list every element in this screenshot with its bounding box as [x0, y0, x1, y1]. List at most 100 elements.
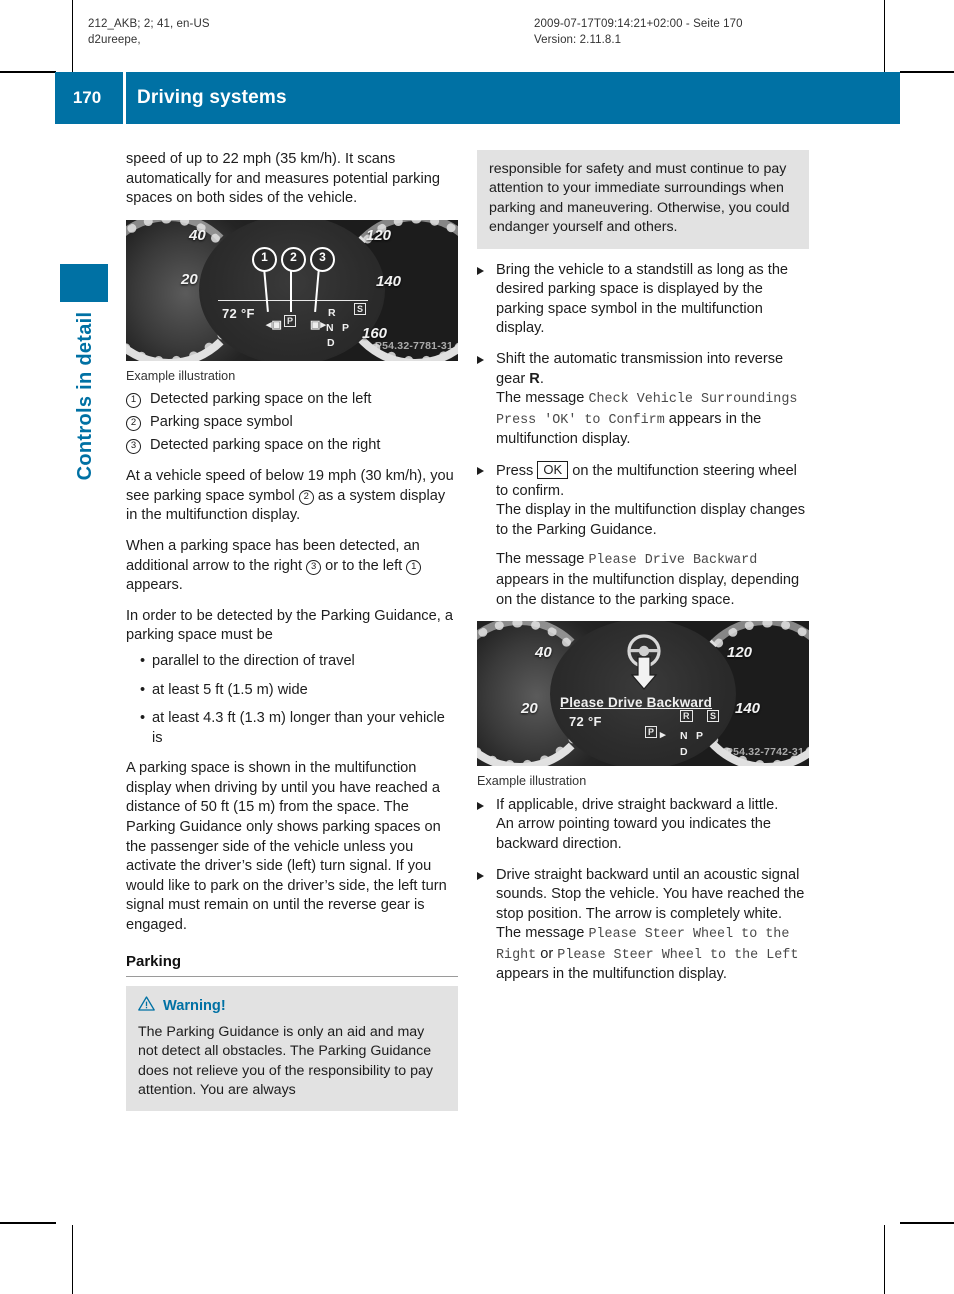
- crop-mark-bottom-right-horizontal: [900, 1222, 954, 1224]
- list-item: parallel to the direction of travel: [140, 652, 458, 672]
- gear-program-s-badge: S: [707, 710, 720, 723]
- production-header-right: 2009-07-17T09:14:21+02:00 - Seite 170 Ve…: [534, 16, 743, 48]
- warning-triangle-icon: [138, 996, 155, 1018]
- speed-label-20: 20: [521, 700, 538, 718]
- message-suffix: appears in the multifunction display, de…: [496, 571, 800, 608]
- paragraph-speed-display: At a vehicle speed of below 19 mph (30 k…: [126, 467, 458, 526]
- warning-text-continued: responsible for safety and must continue…: [489, 161, 790, 236]
- section-heading-parking: Parking: [126, 952, 182, 970]
- warning-box-continued: responsible for safety and must continue…: [477, 150, 809, 249]
- callout-2: 2: [281, 246, 306, 272]
- left-column: speed of up to 22 mph (35 km/h). It scan…: [126, 150, 458, 1112]
- ok-button-key[interactable]: OK: [537, 460, 569, 479]
- page-number: 170: [72, 88, 102, 107]
- header-divider: [123, 72, 126, 124]
- step-text-a: Press: [496, 462, 538, 479]
- step-result: The message Check Vehicle Surroundings P…: [496, 389, 809, 450]
- callout-leader-2: [290, 267, 292, 312]
- message-prefix: The message: [496, 925, 589, 942]
- parking-arrow-right-icon: ▸: [660, 729, 666, 742]
- parking-space-symbol-icon: P: [284, 314, 297, 327]
- speed-label-120: 120: [727, 644, 753, 662]
- legend-number: 1: [126, 393, 141, 409]
- callout-1: 1: [252, 246, 277, 272]
- step-result: The display in the multifunction display…: [496, 502, 806, 538]
- warning-text: The Parking Guidance is only an aid and …: [138, 1023, 433, 1099]
- display-message: Please Drive Backward: [588, 553, 758, 569]
- gear-letter-d: D: [680, 746, 689, 759]
- outside-temperature-value: 72 °F: [569, 714, 602, 730]
- multifunction-display-area: [199, 219, 385, 361]
- display-message-left: Please Steer Wheel to the Left: [557, 947, 799, 963]
- mfd-separator-line: [218, 299, 368, 302]
- crop-mark-top-right-horizontal: [900, 71, 954, 73]
- gear-reverse-label: R: [529, 370, 540, 387]
- legend-label: Detected parking space on the right: [150, 436, 381, 453]
- procedure-step-list: Bring the vehicle to a standstill as lon…: [477, 261, 809, 611]
- requirements-list: parallel to the direction of travel at l…: [126, 652, 458, 748]
- figure2-caption: Example illustration: [477, 774, 587, 789]
- legend-item: 3 Detected parking space on the right: [126, 436, 458, 456]
- outside-temperature-value: 72 °F: [222, 305, 255, 321]
- message-suffix: appears in the multifunction display.: [496, 966, 727, 983]
- document-id: 212_AKB; 2; 41, en-US: [88, 18, 210, 30]
- paragraph-detection-text-b: or to the left: [321, 557, 407, 574]
- callout-3: 3: [310, 246, 335, 272]
- procedure-step: Bring the vehicle to a standstill as lon…: [477, 261, 809, 339]
- warning-box: Warning! The Parking Guidance is only an…: [126, 986, 458, 1112]
- gear-reverse-badge: R: [680, 710, 693, 723]
- gear-program-p: P: [696, 730, 704, 743]
- step-text: Bring the vehicle to a standstill as lon…: [496, 261, 789, 337]
- message-prefix: The message: [496, 390, 589, 407]
- crop-mark-bottom-left-vertical: [72, 1225, 73, 1294]
- gear-letter-d: D: [327, 336, 336, 349]
- message-or: or: [536, 945, 558, 962]
- legend-number: 2: [126, 415, 141, 431]
- crop-mark-top-right-vertical: [884, 0, 885, 72]
- step-result-message: The message Please Drive Backward appear…: [496, 550, 809, 610]
- step-arrow-icon: [477, 266, 484, 275]
- legend-item: 1 Detected parking space on the left: [126, 390, 458, 410]
- intro-paragraph: speed of up to 22 mph (35 km/h). It scan…: [126, 151, 440, 207]
- crop-mark-top-left-horizontal: [0, 71, 56, 73]
- figure1-legend: 1 Detected parking space on the left 2 P…: [126, 390, 458, 455]
- figure-parking-space-display: 40 20 120 140 160 1 2 3 72 °F ◂▣ P ▣▸ R …: [126, 219, 458, 361]
- section-rule: [126, 976, 458, 978]
- chapter-tab-label: Controls in detail: [73, 311, 96, 481]
- speed-label-40: 40: [189, 226, 206, 244]
- procedure-step-list-continued: If applicable, drive straight backward a…: [477, 796, 809, 985]
- document-version: Version: 2.11.8.1: [534, 34, 622, 46]
- right-column: responsible for safety and must continue…: [477, 150, 809, 996]
- step-arrow-icon: [477, 466, 484, 475]
- step-text: If applicable, drive straight backward a…: [496, 796, 779, 813]
- list-item: at least 4.3 ft (1.3 m) longer than your…: [140, 709, 458, 748]
- step-arrow-icon: [477, 801, 484, 810]
- document-user: d2ureepe,: [88, 34, 141, 46]
- page-title: Driving systems: [137, 87, 287, 108]
- figure-watermark: P54.32-7742-31: [725, 745, 804, 758]
- procedure-step: If applicable, drive straight backward a…: [477, 796, 809, 855]
- paragraph-detection: When a parking space has been detected, …: [126, 537, 458, 596]
- speed-label-20: 20: [181, 270, 198, 288]
- step-arrow-icon: [477, 356, 484, 364]
- figure-drive-backward-display: 40 20 120 140 Please Drive Backward 72 °…: [477, 621, 809, 767]
- warning-title: Warning!: [138, 996, 446, 1018]
- paragraph-detection-text-c: appears.: [126, 577, 183, 594]
- inline-callout-3: 3: [306, 559, 322, 575]
- manual-page: 212_AKB; 2; 41, en-US d2ureepe, 2009-07-…: [0, 0, 954, 1294]
- procedure-step: Shift the automatic transmission into re…: [477, 350, 809, 450]
- step-result-message: The message Please Steer Wheel to the Ri…: [496, 924, 809, 985]
- list-item: at least 5 ft (1.5 m) wide: [140, 681, 458, 701]
- production-header-left: 212_AKB; 2; 41, en-US d2ureepe,: [88, 16, 210, 48]
- parking-space-symbol-icon: P: [645, 726, 658, 739]
- crop-mark-top-left-vertical: [72, 0, 73, 72]
- speed-label-140: 140: [735, 700, 761, 718]
- step-text-b: .: [539, 370, 544, 387]
- inline-callout-2: 2: [298, 489, 314, 505]
- step-result: An arrow pointing toward you indicates t…: [496, 816, 772, 852]
- speed-label-40: 40: [535, 644, 552, 662]
- message-prefix: The message: [496, 551, 589, 568]
- procedure-step: Press OK on the multifunction steering w…: [477, 460, 809, 610]
- inline-callout-1: 1: [406, 559, 422, 575]
- speed-label-120: 120: [366, 226, 392, 244]
